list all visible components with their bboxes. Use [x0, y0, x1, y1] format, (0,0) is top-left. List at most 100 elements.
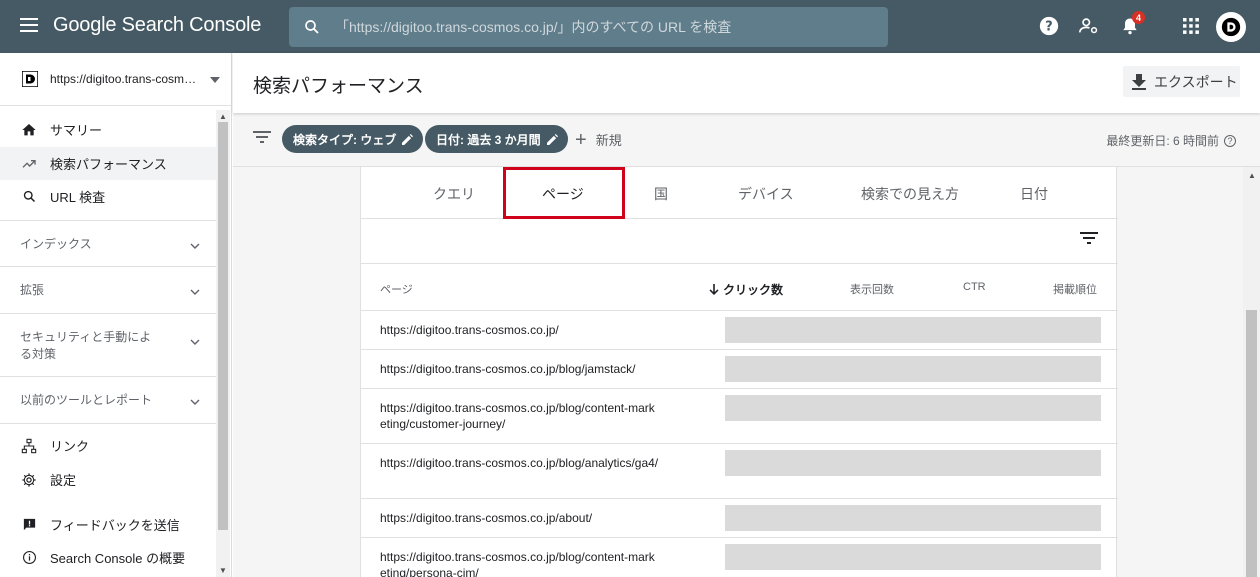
redacted-metrics: [725, 356, 1101, 382]
section-index[interactable]: インデックス: [0, 220, 216, 266]
content-area: クエリ ページ 国 デバイス 検索での見え方 日付 ページ クリック数 表示回数…: [233, 167, 1260, 577]
info-icon: [19, 550, 39, 565]
search-icon: [289, 7, 335, 47]
app-title[interactable]: Google Search Console: [53, 14, 261, 37]
redacted-metrics: [725, 505, 1101, 531]
table-header: ページ クリック数 表示回数 CTR 掲載順位: [361, 263, 1118, 311]
row-url[interactable]: https://digitoo.trans-cosmos.co.jp/blog/…: [380, 400, 660, 432]
section-enhancements[interactable]: 拡張: [0, 266, 216, 313]
tab-date[interactable]: 日付: [1020, 184, 1048, 204]
notifications-icon[interactable]: 4: [1118, 11, 1145, 38]
section-security[interactable]: セキュリティと手動による対策: [0, 313, 216, 376]
nav-label: Search Console の概要: [50, 551, 186, 566]
scroll-up-arrow-icon[interactable]: ▲: [219, 112, 227, 121]
table-row[interactable]: https://digitoo.trans-cosmos.co.jp/blog/…: [361, 389, 1118, 444]
nav-item-url-inspection[interactable]: URL 検査: [0, 180, 216, 213]
last-updated: 最終更新日: 6 時間前 ?: [1106, 132, 1236, 149]
chip-label: 検索タイプ: ウェブ: [293, 132, 397, 147]
section-label: 以前のツールとレポート: [20, 393, 153, 407]
dropdown-arrow-icon: [210, 70, 220, 88]
column-header-position[interactable]: 掲載順位: [1053, 281, 1097, 297]
search-input[interactable]: [335, 19, 855, 35]
sort-down-arrow-icon: [709, 284, 719, 295]
row-url[interactable]: https://digitoo.trans-cosmos.co.jp/about…: [380, 510, 660, 526]
table-row[interactable]: https://digitoo.trans-cosmos.co.jp/blog/…: [361, 444, 1118, 499]
table-row[interactable]: https://digitoo.trans-cosmos.co.jp/blog/…: [361, 350, 1118, 389]
url-inspection-search[interactable]: [289, 7, 888, 47]
column-header-clicks[interactable]: クリック数: [709, 281, 783, 298]
section-legacy-tools[interactable]: 以前のツールとレポート: [0, 376, 216, 423]
gear-icon: [19, 472, 39, 488]
row-url[interactable]: https://digitoo.trans-cosmos.co.jp/blog/…: [380, 455, 660, 471]
account-avatar[interactable]: [1216, 12, 1246, 42]
export-label: エクスポート: [1154, 73, 1238, 90]
trending-up-icon: [19, 156, 39, 172]
nav-label: フィードバックを送信: [50, 518, 180, 533]
menu-icon[interactable]: [20, 18, 38, 32]
section-label: セキュリティと手動による対策: [20, 330, 152, 361]
new-filter-label: 新規: [595, 133, 622, 148]
redacted-metrics: [725, 317, 1101, 343]
sidebar-scroll-thumb[interactable]: [218, 122, 228, 530]
chevron-down-icon: [190, 332, 200, 350]
column-header-impressions[interactable]: 表示回数: [850, 281, 894, 297]
table-filter-icon[interactable]: [1080, 231, 1098, 250]
redacted-metrics: [725, 544, 1101, 570]
help-icon[interactable]: ?: [1037, 14, 1061, 38]
tab-query[interactable]: クエリ: [433, 184, 475, 204]
chip-date-range[interactable]: 日付: 過去 3 か月間: [425, 125, 568, 153]
pencil-icon: [402, 133, 414, 145]
page-header: 検索パフォーマンス エクスポート: [233, 53, 1260, 113]
chevron-down-icon: [190, 236, 200, 254]
chip-search-type[interactable]: 検索タイプ: ウェブ: [282, 125, 424, 153]
scroll-down-arrow-icon[interactable]: ▼: [219, 566, 227, 575]
table-row[interactable]: https://digitoo.trans-cosmos.co.jp/blog/…: [361, 538, 1118, 577]
row-url[interactable]: https://digitoo.trans-cosmos.co.jp/: [380, 322, 660, 338]
nav-label: サマリー: [50, 123, 103, 138]
chip-label: 日付: 過去 3 か月間: [436, 132, 541, 147]
row-url[interactable]: https://digitoo.trans-cosmos.co.jp/blog/…: [380, 361, 660, 377]
section-label: 拡張: [20, 283, 45, 297]
section-label: インデックス: [20, 237, 92, 251]
chevron-down-icon: [190, 282, 200, 300]
nav-item-performance[interactable]: 検索パフォーマンス: [0, 147, 216, 180]
column-header-clicks-label: クリック数: [723, 283, 784, 297]
nav-label: リンク: [50, 439, 90, 454]
nav-label: 検索パフォーマンス: [50, 157, 167, 172]
highlight-box: [503, 167, 625, 219]
property-url: https://digitoo.trans-cosmos.co.jp/: [50, 72, 200, 86]
property-logo-icon: [20, 69, 40, 89]
tab-search-appearance[interactable]: 検索での見え方: [861, 184, 959, 204]
help-circle-icon[interactable]: ?: [1224, 134, 1236, 147]
notification-badge: 4: [1132, 11, 1145, 24]
row-url[interactable]: https://digitoo.trans-cosmos.co.jp/blog/…: [380, 549, 660, 577]
links-icon: [19, 438, 39, 454]
sidebar: https://digitoo.trans-cosmos.co.jp/ サマリー…: [0, 53, 232, 577]
nav-label: 設定: [50, 473, 77, 488]
column-header-ctr[interactable]: CTR: [963, 281, 986, 293]
nav-item-settings[interactable]: 設定: [0, 463, 216, 496]
dimension-tabs: クエリ ページ 国 デバイス 検索での見え方 日付: [361, 167, 1118, 219]
scroll-up-arrow-icon[interactable]: ▲: [1248, 171, 1256, 180]
apps-grid-icon[interactable]: [1179, 14, 1203, 38]
sidebar-scrollbar[interactable]: ▲ ▼: [216, 110, 230, 577]
export-button[interactable]: エクスポート: [1123, 66, 1240, 97]
nav-item-summary[interactable]: サマリー: [0, 113, 216, 146]
table-row[interactable]: https://digitoo.trans-cosmos.co.jp/: [361, 311, 1118, 350]
main-scrollbar[interactable]: ▲: [1243, 167, 1260, 577]
column-header-page[interactable]: ページ: [380, 281, 413, 297]
nav-item-feedback[interactable]: フィードバックを送信: [0, 508, 216, 541]
nav-item-about[interactable]: Search Console の概要: [0, 541, 216, 574]
property-selector[interactable]: https://digitoo.trans-cosmos.co.jp/: [0, 53, 231, 106]
manage-users-icon[interactable]: [1077, 14, 1101, 38]
table-row[interactable]: https://digitoo.trans-cosmos.co.jp/about…: [361, 499, 1118, 538]
filter-icon[interactable]: [253, 130, 271, 149]
search-icon: [19, 189, 39, 204]
nav-item-links[interactable]: リンク: [0, 429, 216, 462]
new-filter-button[interactable]: + 新規: [575, 130, 622, 150]
sidebar-divider: [0, 423, 216, 424]
tab-device[interactable]: デバイス: [738, 184, 794, 204]
tab-country[interactable]: 国: [654, 184, 668, 204]
main-scroll-thumb[interactable]: [1246, 310, 1257, 577]
redacted-metrics: [725, 450, 1101, 476]
